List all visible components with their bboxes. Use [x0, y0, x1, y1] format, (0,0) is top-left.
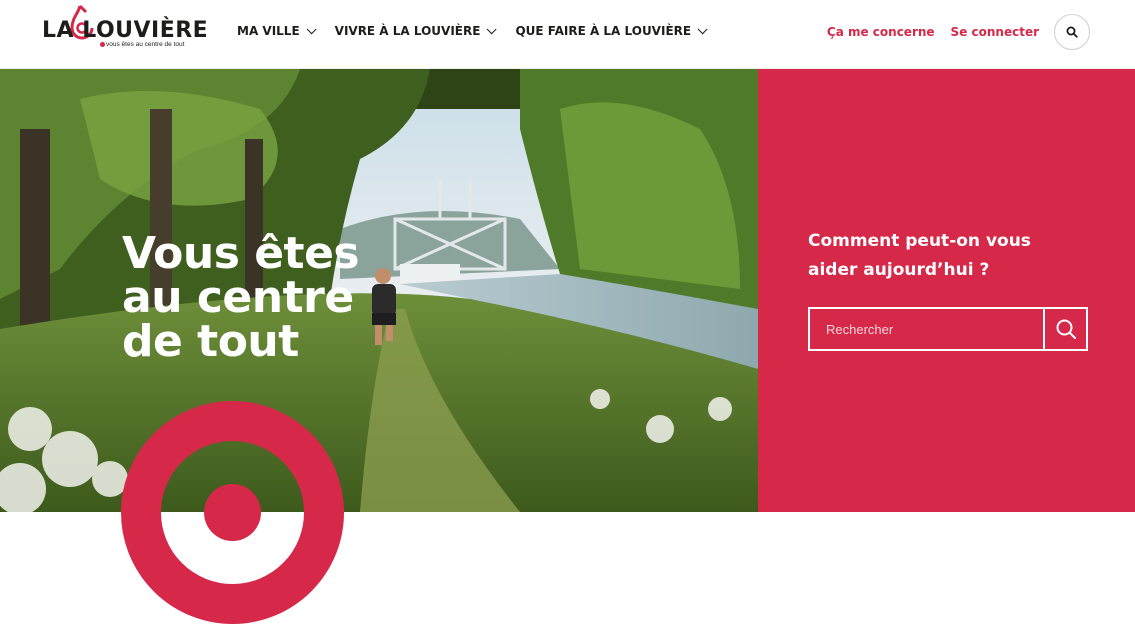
help-question: Comment peut-on vous aider aujourd’hui ? — [808, 227, 1078, 285]
nav-item-label: QUE FAIRE À LA LOUVIÈRE — [515, 24, 692, 38]
nav-item-vivre[interactable]: VIVRE À LA LOUVIÈRE — [334, 23, 498, 38]
help-search-box — [808, 307, 1088, 351]
hero-title-line: au centre — [122, 272, 354, 323]
nav-item-ma-ville[interactable]: MA VILLE — [237, 23, 317, 38]
search-icon — [1066, 26, 1078, 38]
hero-title: Vous êtes au centre de tout — [122, 232, 382, 364]
logo-dot-icon — [100, 42, 105, 47]
login-link[interactable]: Se connecter — [951, 25, 1039, 39]
target-circle-icon — [121, 401, 344, 624]
hero-title-line: Vous êtes — [122, 228, 360, 279]
chevron-down-icon — [306, 23, 317, 34]
help-question-line: Comment peut-on vous — [808, 231, 1031, 251]
site-logo[interactable]: LA LOUVIÈRE vous êtes au centre de tout — [42, 4, 208, 52]
header-links: Ça me concerne Se connecter — [827, 25, 1039, 39]
hero-title-line: de tout — [122, 316, 299, 367]
site-header: LA LOUVIÈRE vous êtes au centre de tout … — [0, 0, 1135, 69]
logo-text: LA LOUVIÈRE — [42, 18, 209, 43]
main-nav: MA VILLE VIVRE À LA LOUVIÈRE QUE FAIRE À… — [237, 23, 708, 38]
concern-link[interactable]: Ça me concerne — [827, 25, 935, 39]
chevron-down-icon — [697, 23, 708, 34]
nav-item-label: MA VILLE — [237, 24, 300, 38]
help-search-input[interactable] — [810, 309, 1043, 349]
chevron-down-icon — [487, 23, 498, 34]
header-search-button[interactable] — [1054, 14, 1090, 50]
help-search-button[interactable] — [1043, 309, 1086, 349]
nav-item-que-faire[interactable]: QUE FAIRE À LA LOUVIÈRE — [515, 23, 708, 38]
help-panel: Comment peut-on vous aider aujourd’hui ? — [758, 69, 1135, 512]
search-icon — [1056, 319, 1076, 339]
help-question-line: aider aujourd’hui ? — [808, 260, 990, 280]
nav-item-label: VIVRE À LA LOUVIÈRE — [334, 24, 481, 38]
logo-tagline: vous êtes au centre de tout — [106, 41, 185, 48]
